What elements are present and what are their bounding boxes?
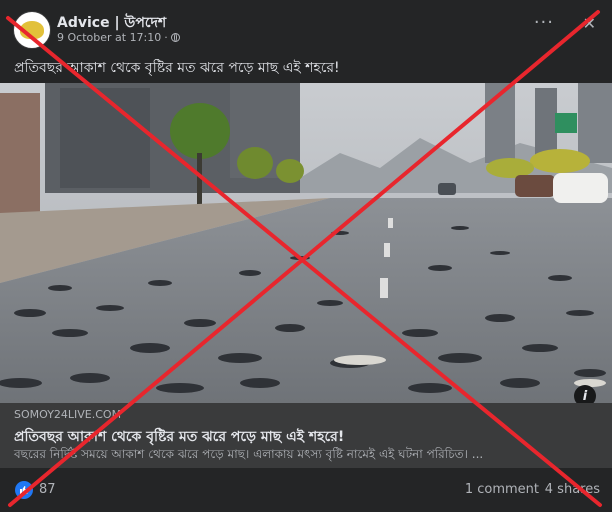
post-header: Advice | উপদেশ 9 October at 17:10 · ··· … bbox=[0, 0, 612, 82]
share-count[interactable]: 4 shares bbox=[545, 482, 600, 497]
like-reaction-icon[interactable] bbox=[15, 481, 33, 499]
link-domain: SOMOY24LIVE.COM bbox=[14, 408, 122, 421]
thumbs-up-icon bbox=[20, 486, 29, 494]
post-meta: 9 October at 17:10 · bbox=[57, 31, 180, 44]
post-timestamp[interactable]: 9 October at 17:10 bbox=[57, 31, 161, 44]
post-photo[interactable] bbox=[0, 83, 612, 403]
close-icon[interactable]: ✕ bbox=[583, 14, 596, 33]
avatar-logo-icon bbox=[20, 21, 44, 39]
link-preview-card[interactable]: SOMOY24LIVE.COM প্রতিবছর আকাশ থেকে বৃষ্ট… bbox=[0, 403, 612, 468]
page-avatar[interactable] bbox=[13, 11, 51, 49]
link-description: বছরের নির্দিষ্ট সময়ে আকাশ থেকে ঝরে পড়ে… bbox=[14, 447, 484, 461]
post-text: প্রতিবছর আকাশ থেকে বৃষ্টির মত ঝরে পড়ে ম… bbox=[14, 60, 340, 76]
globe-icon bbox=[170, 33, 180, 42]
meta-separator: · bbox=[164, 31, 168, 44]
comment-count[interactable]: 1 comment bbox=[465, 482, 539, 497]
post-footer: 87 1 comment 4 shares bbox=[0, 468, 612, 512]
more-options-icon[interactable]: ··· bbox=[534, 12, 554, 33]
reaction-count[interactable]: 87 bbox=[39, 482, 56, 497]
street-fish-photo bbox=[0, 83, 612, 403]
